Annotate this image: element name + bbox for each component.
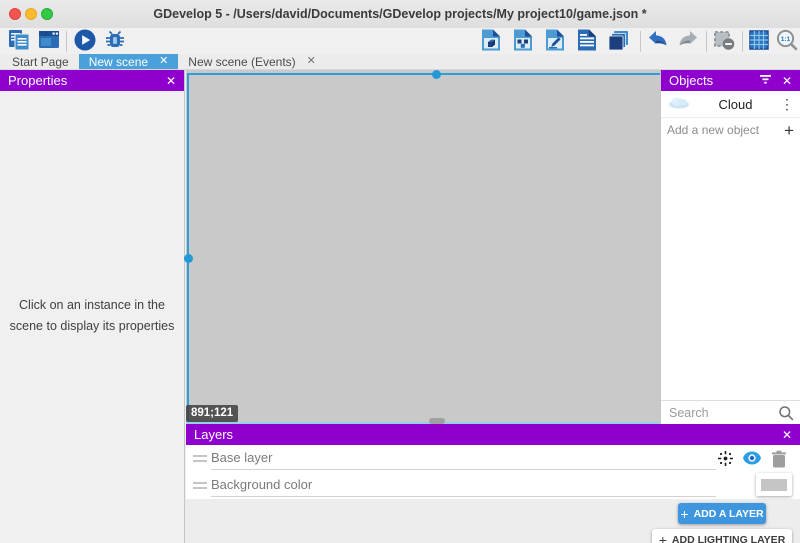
layers-panel-title: Layers xyxy=(194,427,233,442)
redo-icon xyxy=(676,28,700,57)
layers-panel: Layers ✕ Base layer xyxy=(186,424,800,543)
gdevelop-window: GDevelop 5 - /Users/david/Documents/GDev… xyxy=(0,0,800,543)
debug-icon xyxy=(103,28,127,57)
play-preview-icon xyxy=(73,28,97,57)
plus-icon: + xyxy=(659,532,667,543)
undo-button[interactable] xyxy=(645,29,671,55)
toolbar-divider xyxy=(706,31,707,52)
undo-icon xyxy=(646,28,670,57)
close-panel-icon[interactable]: ✕ xyxy=(166,75,176,87)
add-layer-button[interactable]: + ADD A LAYER xyxy=(678,503,766,524)
toolbar-divider xyxy=(66,31,67,52)
cursor-coordinates-badge: 891;121 xyxy=(186,405,238,422)
grid-icon xyxy=(747,28,771,57)
background-color-swatch[interactable] xyxy=(756,473,792,496)
toolbar-divider xyxy=(640,31,641,52)
game-window-left-edge xyxy=(187,73,189,422)
effects-icon[interactable] xyxy=(717,450,734,472)
tab-new-scene[interactable]: New scene ✕ xyxy=(79,54,179,69)
filter-icon[interactable] xyxy=(759,73,772,88)
objects-panel-header: Objects ✕ xyxy=(661,70,800,91)
objects-search-bar xyxy=(661,400,800,424)
visibility-icon[interactable] xyxy=(742,451,762,470)
drag-handle-icon[interactable] xyxy=(193,455,207,465)
preview-window-button[interactable] xyxy=(36,29,62,55)
layer-name[interactable]: Background color xyxy=(211,472,312,498)
close-panel-icon[interactable]: ✕ xyxy=(782,429,792,441)
instances-list-icon xyxy=(575,28,599,57)
object-menu-icon[interactable]: ⋮ xyxy=(780,96,794,113)
object-list-item-cloud[interactable]: Cloud ⋮ xyxy=(661,91,800,118)
close-panel-icon[interactable]: ✕ xyxy=(782,75,792,87)
tab-label: Start Page xyxy=(12,55,69,69)
tab-start-page[interactable]: Start Page xyxy=(2,54,79,69)
toolbar: 1:1 xyxy=(0,28,800,54)
zoom-window-button[interactable] xyxy=(41,8,53,20)
scene-properties-button[interactable] xyxy=(542,29,568,55)
tab-label: New scene (Events) xyxy=(188,55,295,69)
close-window-button[interactable] xyxy=(9,8,21,20)
add-object-label: Add a new object xyxy=(667,123,784,137)
tab-bar: Start Page New scene ✕ New scene (Events… xyxy=(0,54,800,70)
plus-icon: + xyxy=(680,506,688,522)
add-object-row[interactable]: Add a new object + xyxy=(661,118,800,142)
layer-row-base[interactable]: Base layer xyxy=(186,445,800,472)
instances-list-button[interactable] xyxy=(574,29,600,55)
color-swatch-preview xyxy=(761,479,787,491)
objects-editor-button[interactable] xyxy=(478,29,504,55)
resize-handle-left[interactable] xyxy=(184,254,193,263)
zoom-1-1-icon: 1:1 xyxy=(775,28,799,57)
scene-canvas[interactable]: 891;121 xyxy=(186,70,660,424)
minimize-window-button[interactable] xyxy=(25,8,37,20)
toolbar-divider xyxy=(742,31,743,52)
objects-search-input[interactable] xyxy=(661,406,778,420)
properties-panel: Properties ✕ Click on an instance in the… xyxy=(0,70,185,543)
objects-panel-title: Objects xyxy=(669,73,713,88)
window-title: GDevelop 5 - /Users/david/Documents/GDev… xyxy=(70,0,730,28)
delete-icon[interactable] xyxy=(771,450,787,473)
tab-label: New scene xyxy=(89,55,148,69)
mask-icon xyxy=(712,28,736,57)
close-tab-icon[interactable]: ✕ xyxy=(159,56,168,67)
layers-editor-icon xyxy=(607,28,631,57)
debug-button[interactable] xyxy=(102,29,128,55)
objects-panel: Objects ✕ Cloud ⋮ Add a new object + xyxy=(660,70,800,424)
close-tab-icon[interactable]: ✕ xyxy=(307,56,316,67)
play-preview-button[interactable] xyxy=(72,29,98,55)
titlebar: GDevelop 5 - /Users/david/Documents/GDev… xyxy=(0,0,800,28)
layer-name-underline xyxy=(211,496,716,497)
object-groups-icon xyxy=(511,28,535,57)
objects-editor-icon xyxy=(479,28,503,57)
object-name: Cloud xyxy=(691,97,780,112)
zoom-ratio-label: 1:1 xyxy=(781,36,791,43)
object-groups-button[interactable] xyxy=(510,29,536,55)
properties-empty-message: Click on an instance in the scene to dis… xyxy=(4,295,180,336)
cloud-icon xyxy=(667,94,691,114)
add-lighting-layer-button[interactable]: + ADD LIGHTING LAYER xyxy=(652,529,792,543)
layer-row-background-color[interactable]: Background color xyxy=(186,472,800,499)
tab-new-scene-events[interactable]: New scene (Events) ✕ xyxy=(178,54,326,69)
mask-button[interactable] xyxy=(711,29,737,55)
project-manager-button[interactable] xyxy=(6,29,32,55)
preview-window-icon xyxy=(37,28,61,57)
layers-editor-button[interactable] xyxy=(606,29,632,55)
properties-panel-header: Properties ✕ xyxy=(0,70,184,91)
layers-panel-header: Layers ✕ xyxy=(186,424,800,445)
layer-name-underline xyxy=(211,469,716,470)
scene-properties-icon xyxy=(543,28,567,57)
zoom-1-1-button[interactable]: 1:1 xyxy=(774,29,800,55)
properties-panel-title: Properties xyxy=(8,73,67,88)
layer-name[interactable]: Base layer xyxy=(211,445,272,471)
resize-handle-top[interactable] xyxy=(432,70,441,79)
project-manager-icon xyxy=(7,28,31,57)
grid-button[interactable] xyxy=(746,29,772,55)
add-object-plus-icon[interactable]: + xyxy=(784,122,794,139)
search-icon xyxy=(778,405,794,421)
redo-button[interactable] xyxy=(675,29,701,55)
add-layer-label: ADD A LAYER xyxy=(694,508,764,520)
add-lighting-layer-label: ADD LIGHTING LAYER xyxy=(672,534,785,543)
drag-handle-icon[interactable] xyxy=(193,482,207,492)
game-window-top-edge xyxy=(187,73,660,75)
